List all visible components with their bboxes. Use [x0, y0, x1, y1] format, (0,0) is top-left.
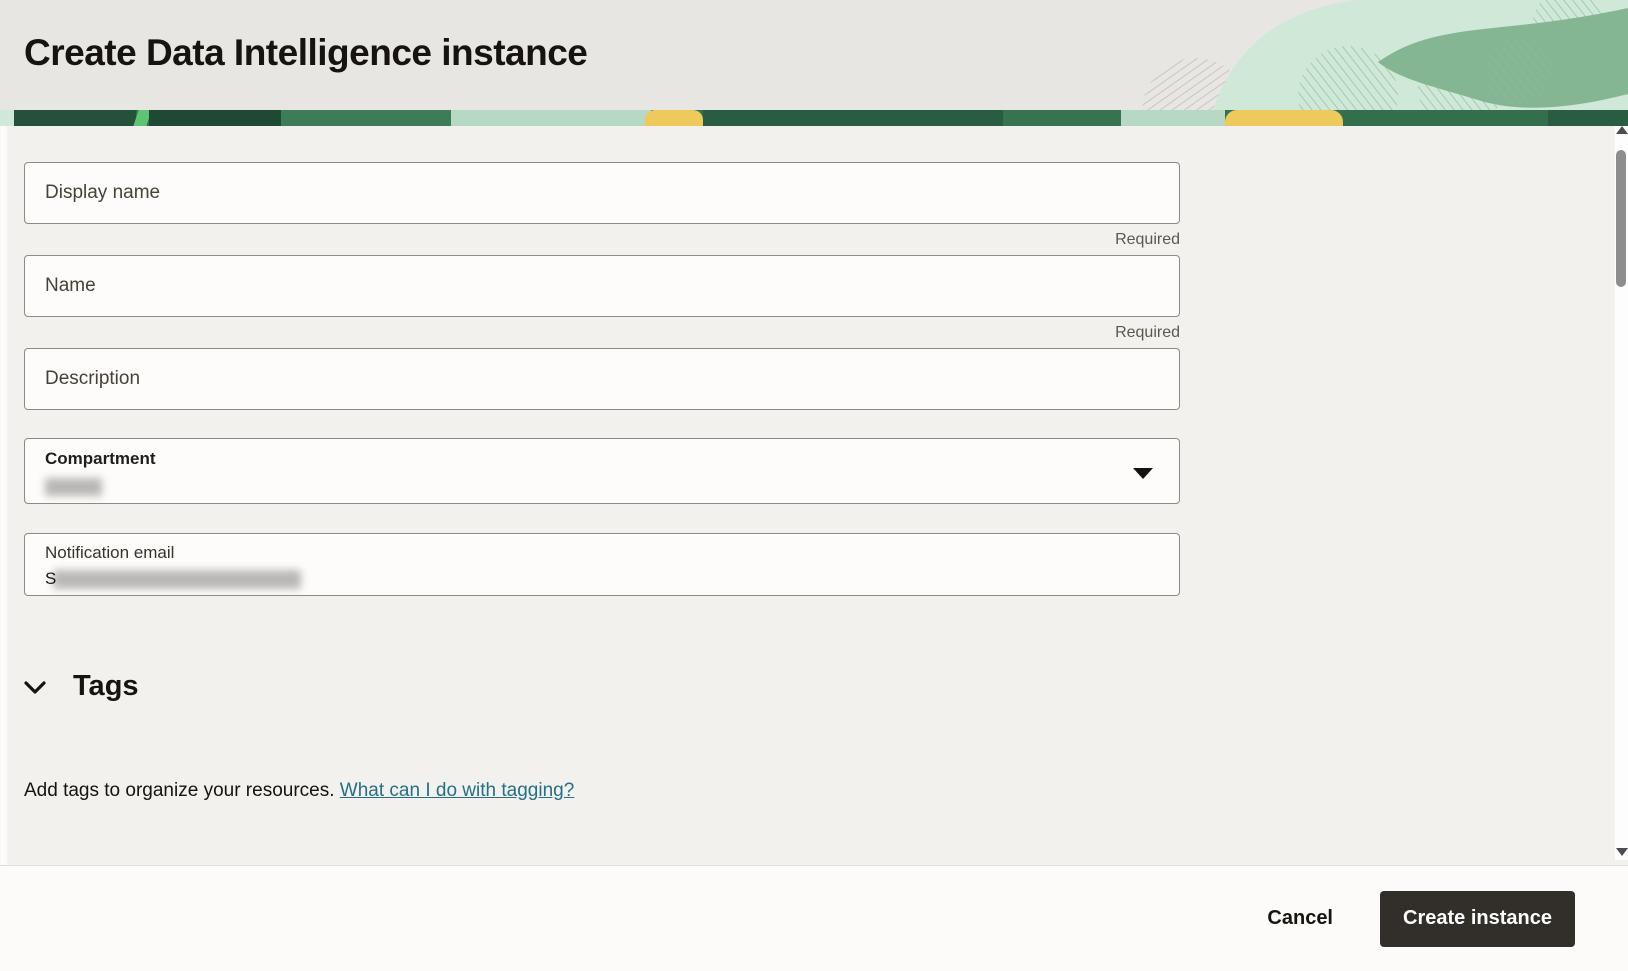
- scrollbar-thumb[interactable]: [1616, 150, 1626, 287]
- triangle-up-icon[interactable]: [1616, 126, 1628, 134]
- dialog-footer: Cancel Create instance: [0, 866, 1628, 971]
- notification-email-label: Notification email: [45, 543, 175, 562]
- tags-collapse-toggle[interactable]: [24, 680, 46, 694]
- tags-description: Add tags to organize your resources. Wha…: [24, 780, 1180, 802]
- tags-section-heading: Tags: [73, 670, 139, 702]
- create-data-intelligence-dialog: Create Data Intelligence instance Displa…: [0, 0, 1628, 971]
- display-name-required-note: Required: [1115, 231, 1180, 248]
- page-title: Create Data Intelligence instance: [24, 32, 588, 73]
- name-label: Name: [45, 275, 96, 296]
- display-name-field[interactable]: Display name: [24, 162, 1180, 224]
- dialog-header: Create Data Intelligence instance: [0, 0, 1628, 110]
- chevron-down-icon: [24, 680, 46, 694]
- caret-down-icon[interactable]: [1133, 468, 1153, 479]
- triangle-down-icon[interactable]: [1616, 848, 1628, 856]
- dialog-body: Display name Required Name Required Desc…: [0, 126, 1628, 866]
- notification-email-field[interactable]: Notification email S: [24, 533, 1180, 596]
- left-gutter: [0, 126, 7, 866]
- name-field[interactable]: Name: [24, 255, 1180, 317]
- description-label: Description: [45, 368, 141, 389]
- notification-email-value-prefix: S: [45, 569, 57, 588]
- compartment-select[interactable]: Compartment: [24, 438, 1180, 504]
- tagging-help-link[interactable]: What can I do with tagging?: [340, 780, 574, 801]
- tags-description-text: Add tags to organize your resources.: [24, 780, 340, 801]
- notification-email-value-redacted: [53, 569, 302, 589]
- header-decoration-art: [1142, 0, 1628, 110]
- header-banner-strip: [0, 110, 1628, 126]
- name-required-note: Required: [1115, 324, 1180, 341]
- create-instance-button[interactable]: Create instance: [1380, 890, 1575, 947]
- compartment-value-redacted: [45, 478, 102, 496]
- scrollbar[interactable]: [1615, 126, 1628, 860]
- description-field[interactable]: Description: [24, 348, 1180, 410]
- display-name-label: Display name: [45, 182, 161, 203]
- compartment-label: Compartment: [45, 449, 156, 468]
- cancel-button[interactable]: Cancel: [1263, 899, 1337, 938]
